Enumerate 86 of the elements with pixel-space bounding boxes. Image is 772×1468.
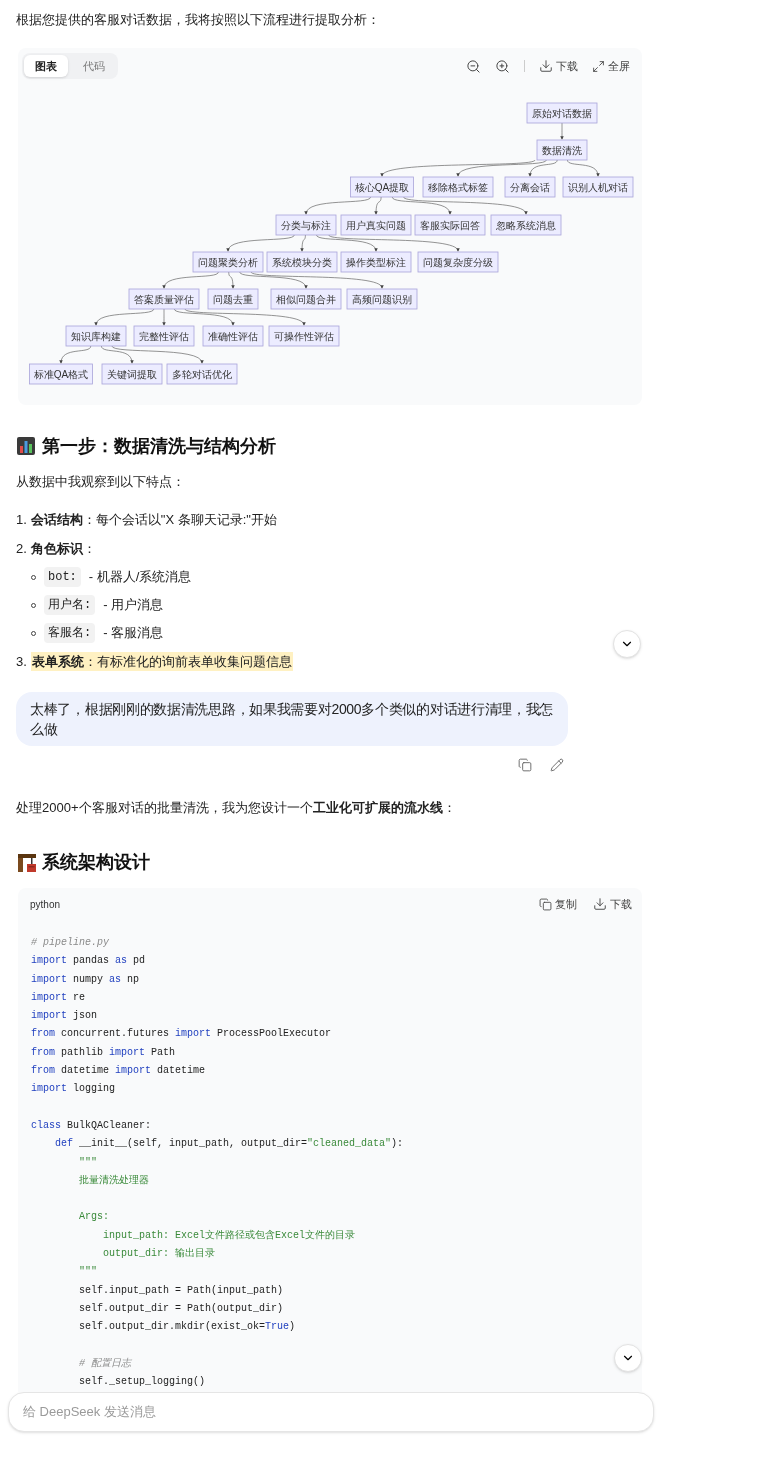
code-line: from pathlib import Path bbox=[31, 1046, 176, 1058]
code-line: from datetime import datetime bbox=[31, 1065, 206, 1077]
code-line: """ bbox=[78, 1156, 97, 1168]
code-line: self.output_dir = Path(output_dir) bbox=[78, 1302, 284, 1314]
intro-text: 根据您提供的客服对话数据，我将按照以下流程进行提取分析： bbox=[16, 11, 381, 29]
flowchart-node: 答案质量评估 bbox=[128, 288, 200, 310]
feature-text: 会话结构：每个会话以"X 条聊天记录:"开始 bbox=[30, 510, 277, 529]
copy-icon bbox=[539, 897, 552, 911]
copy-button[interactable] bbox=[518, 758, 532, 772]
code-line: from concurrent.futures import ProcessPoolExecutor bbox=[31, 1028, 332, 1040]
section-heading: 系统架构设计 bbox=[42, 850, 150, 874]
bar-chart-icon bbox=[16, 436, 36, 456]
view-tab[interactable]: 图表 bbox=[24, 54, 68, 78]
flowchart-node: 完整性评估 bbox=[133, 325, 195, 347]
download-button[interactable]: 下载 bbox=[593, 895, 632, 913]
list-number: 3. bbox=[16, 652, 27, 671]
fullscreen-button[interactable]: 全屏 bbox=[592, 57, 630, 75]
inline-code: 用户名: bbox=[44, 595, 96, 615]
code-line: # pipeline.py bbox=[31, 937, 109, 948]
flowchart-node: 关键词提取 bbox=[101, 363, 163, 385]
feature-text: 角色标识： bbox=[30, 539, 96, 558]
copy-button[interactable]: 复制 bbox=[539, 895, 577, 913]
bullet-text: - 客服消息 bbox=[103, 624, 164, 643]
user-message-text: 太棒了，根据刚刚的数据清洗思路，如果我需要对2000多个类似的对话进行清理，我怎么做 bbox=[30, 700, 554, 739]
edit-button[interactable] bbox=[550, 758, 564, 772]
flowchart-node: 问题聚类分析 bbox=[192, 251, 264, 273]
code-line: input_path: Excel文件路径或包含Excel文件的目录 bbox=[102, 1229, 356, 1241]
code-line: output_dir: 输出目录 bbox=[102, 1248, 216, 1260]
code-line: """ bbox=[78, 1266, 97, 1278]
download-icon bbox=[539, 59, 553, 73]
flowchart-node: 问题去重 bbox=[207, 288, 259, 310]
feature-text: 表单系统：有标准化的询前表单收集问题信息 bbox=[30, 651, 293, 672]
zoom-out-button[interactable] bbox=[466, 58, 481, 74]
observation-text: 从数据中我观察到以下特点： bbox=[16, 473, 186, 491]
zoom-out-icon bbox=[466, 58, 481, 74]
flowchart-node: 准确性评估 bbox=[202, 325, 264, 347]
flowchart-node: 问题复杂度分级 bbox=[417, 251, 499, 273]
flowchart-node: 标准QA格式 bbox=[29, 363, 93, 385]
flowchart-node: 分离会话 bbox=[504, 176, 556, 198]
code-line: # 配置日志 bbox=[78, 1357, 131, 1369]
code-line: 批量清洗处理器 bbox=[78, 1174, 149, 1186]
section-heading: 第一步：数据清洗与结构分析 bbox=[42, 434, 276, 458]
flowchart-node: 知识库构建 bbox=[65, 325, 127, 347]
zoom-in-button[interactable] bbox=[495, 58, 510, 74]
code-line: Args: bbox=[78, 1211, 109, 1223]
code-line: def __init__(self, input_path, output_dir="cleaned_data"): bbox=[54, 1138, 404, 1150]
flowchart-node: 分类与标注 bbox=[275, 214, 337, 236]
code-line: import pandas as pd bbox=[31, 955, 146, 967]
flowchart-node: 忽略系统消息 bbox=[490, 214, 562, 236]
pencil-icon bbox=[550, 758, 564, 772]
inline-code: bot: bbox=[44, 567, 81, 587]
code-line: import re bbox=[31, 991, 86, 1003]
list-number: 1. bbox=[16, 510, 27, 529]
download-icon bbox=[593, 897, 607, 911]
inline-code: 客服名: bbox=[44, 623, 96, 643]
flowchart-node: 多轮对话优化 bbox=[166, 363, 238, 385]
bullet-text: - 用户消息 bbox=[103, 596, 164, 615]
flowchart-node: 核心QA提取 bbox=[350, 176, 414, 198]
flowchart-node: 原始对话数据 bbox=[526, 102, 598, 124]
zoom-in-icon bbox=[495, 58, 510, 74]
code-line: self.output_dir.mkdir(exist_ok=True) bbox=[78, 1321, 296, 1333]
bullet-text: - 机器人/系统消息 bbox=[88, 568, 192, 587]
list-number: 2. bbox=[16, 539, 27, 558]
language-label: python bbox=[30, 897, 61, 912]
flowchart-node: 识别人机对话 bbox=[562, 176, 634, 198]
flowchart-node: 用户真实问题 bbox=[340, 214, 412, 236]
flowchart-node: 客服实际回答 bbox=[414, 214, 486, 236]
flowchart-node: 操作类型标注 bbox=[340, 251, 412, 273]
code-line: import json bbox=[31, 1010, 98, 1022]
download-button[interactable]: 下载 bbox=[539, 57, 578, 75]
view-tab[interactable]: 代码 bbox=[72, 54, 116, 78]
expand-icon bbox=[592, 59, 605, 73]
code-line: import numpy as np bbox=[31, 973, 140, 985]
code-line: import logging bbox=[31, 1083, 116, 1095]
copy-icon bbox=[518, 758, 532, 772]
code-line: self.input_path = Path(input_path) bbox=[78, 1284, 284, 1296]
flowchart-node: 数据清洗 bbox=[536, 139, 588, 161]
flowchart-node: 高频问题识别 bbox=[346, 288, 418, 310]
code-line: self._setup_logging() bbox=[78, 1376, 206, 1388]
flowchart-node: 相似问题合并 bbox=[270, 288, 342, 310]
flowchart-node: 可操作性评估 bbox=[268, 325, 340, 347]
reply-text: 处理2000+个客服对话的批量清洗，我为您设计一个工业化可扩展的流水线： bbox=[16, 799, 457, 817]
code-line: class BulkQACleaner: bbox=[31, 1119, 152, 1131]
crane-icon bbox=[16, 851, 38, 873]
flowchart-node: 系统模块分类 bbox=[266, 251, 338, 273]
flowchart-node: 移除格式标签 bbox=[422, 176, 494, 198]
